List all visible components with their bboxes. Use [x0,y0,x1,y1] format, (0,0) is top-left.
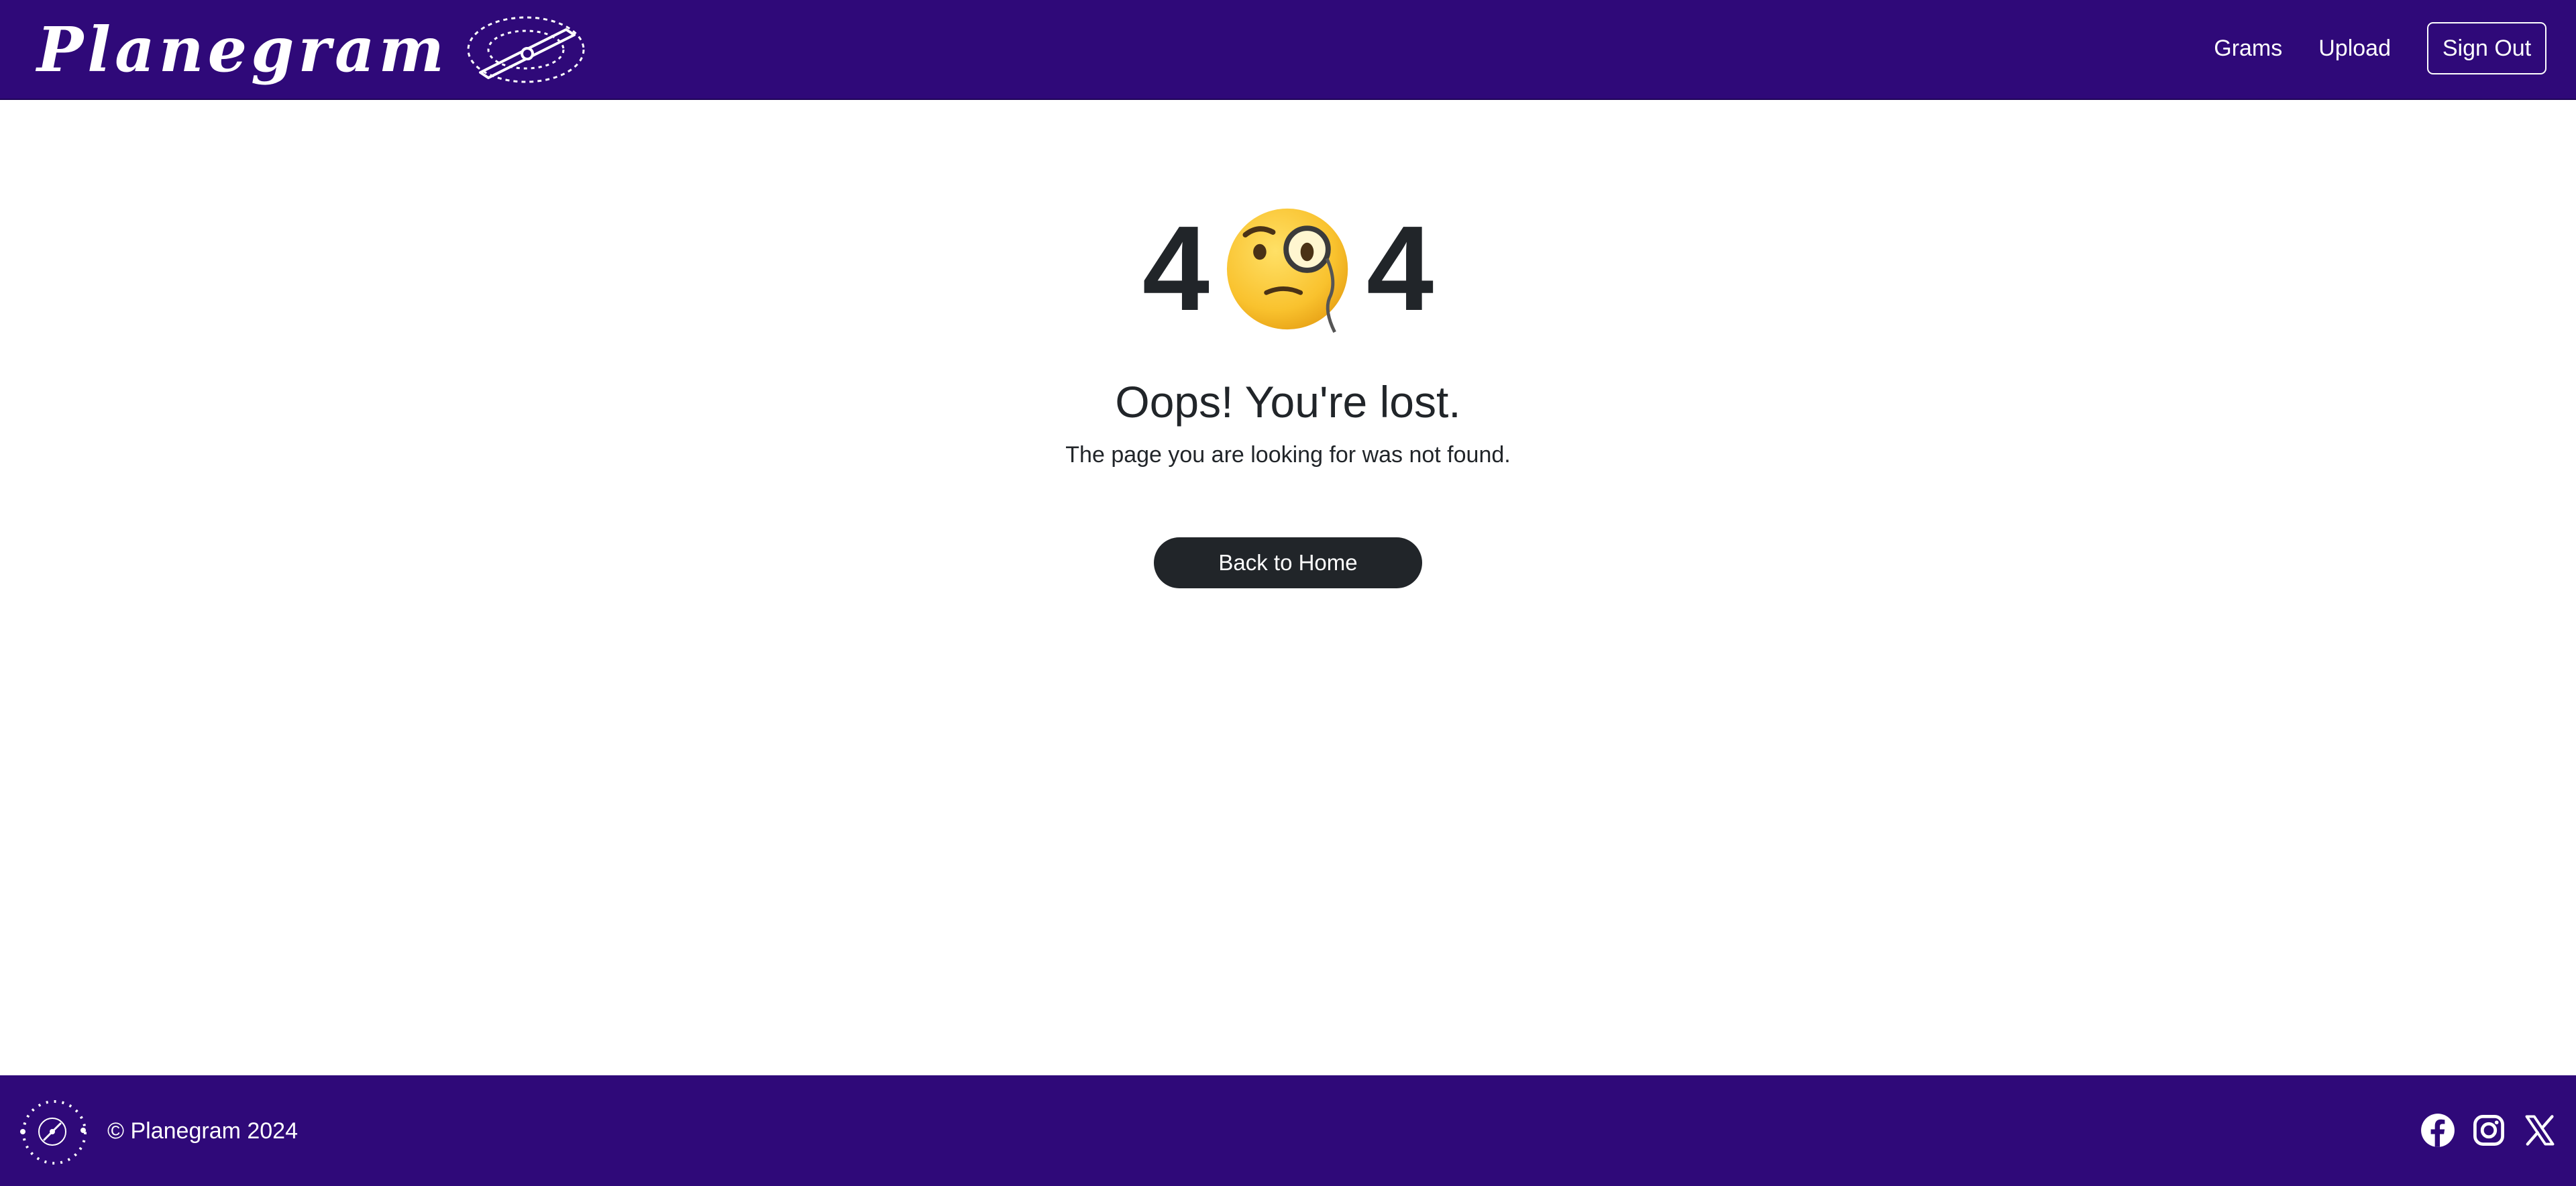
footer: © Planegram 2024 [0,1075,2576,1186]
main-content: 4 4 Oops! You're lost. The page you are … [0,101,2576,1075]
copyright-text: © Planegram 2024 [107,1118,299,1144]
facebook-link[interactable] [2420,1113,2455,1148]
sign-out-button[interactable]: Sign Out [2427,22,2546,74]
planegram-badge-logo-icon [20,1100,87,1165]
error-title: Oops! You're lost. [1115,377,1461,427]
instagram-icon [2473,1115,2504,1146]
social-links [2404,1110,2557,1150]
error-code-digit-left: 4 [1142,201,1210,336]
error-code-digit-right: 4 [1366,201,1434,336]
nav-link-grams[interactable]: Grams [2214,36,2282,62]
back-to-home-button[interactable]: Back to Home [1154,537,1422,588]
nav-link-upload[interactable]: Upload [2318,36,2391,62]
brand-name: Planegram [37,13,448,86]
facebook-icon [2421,1114,2455,1147]
x-link[interactable] [2522,1113,2557,1148]
top-navbar: Planegram Grams Upload Sign Out [0,0,2576,100]
face-with-monocle-emoji-icon [1226,208,1348,333]
error-code: 4 4 [0,202,2576,336]
airplane-logo-icon [467,16,585,83]
x-icon [2525,1115,2555,1146]
page: Planegram Grams Upload Sign Out 4 4 Oops… [0,0,2576,1186]
brand-link[interactable]: Planegram [37,9,586,90]
instagram-link[interactable] [2471,1113,2506,1148]
nav-links: Grams Upload Sign Out [2214,22,2546,74]
error-message: The page you are looking for was not fou… [1065,442,1511,468]
